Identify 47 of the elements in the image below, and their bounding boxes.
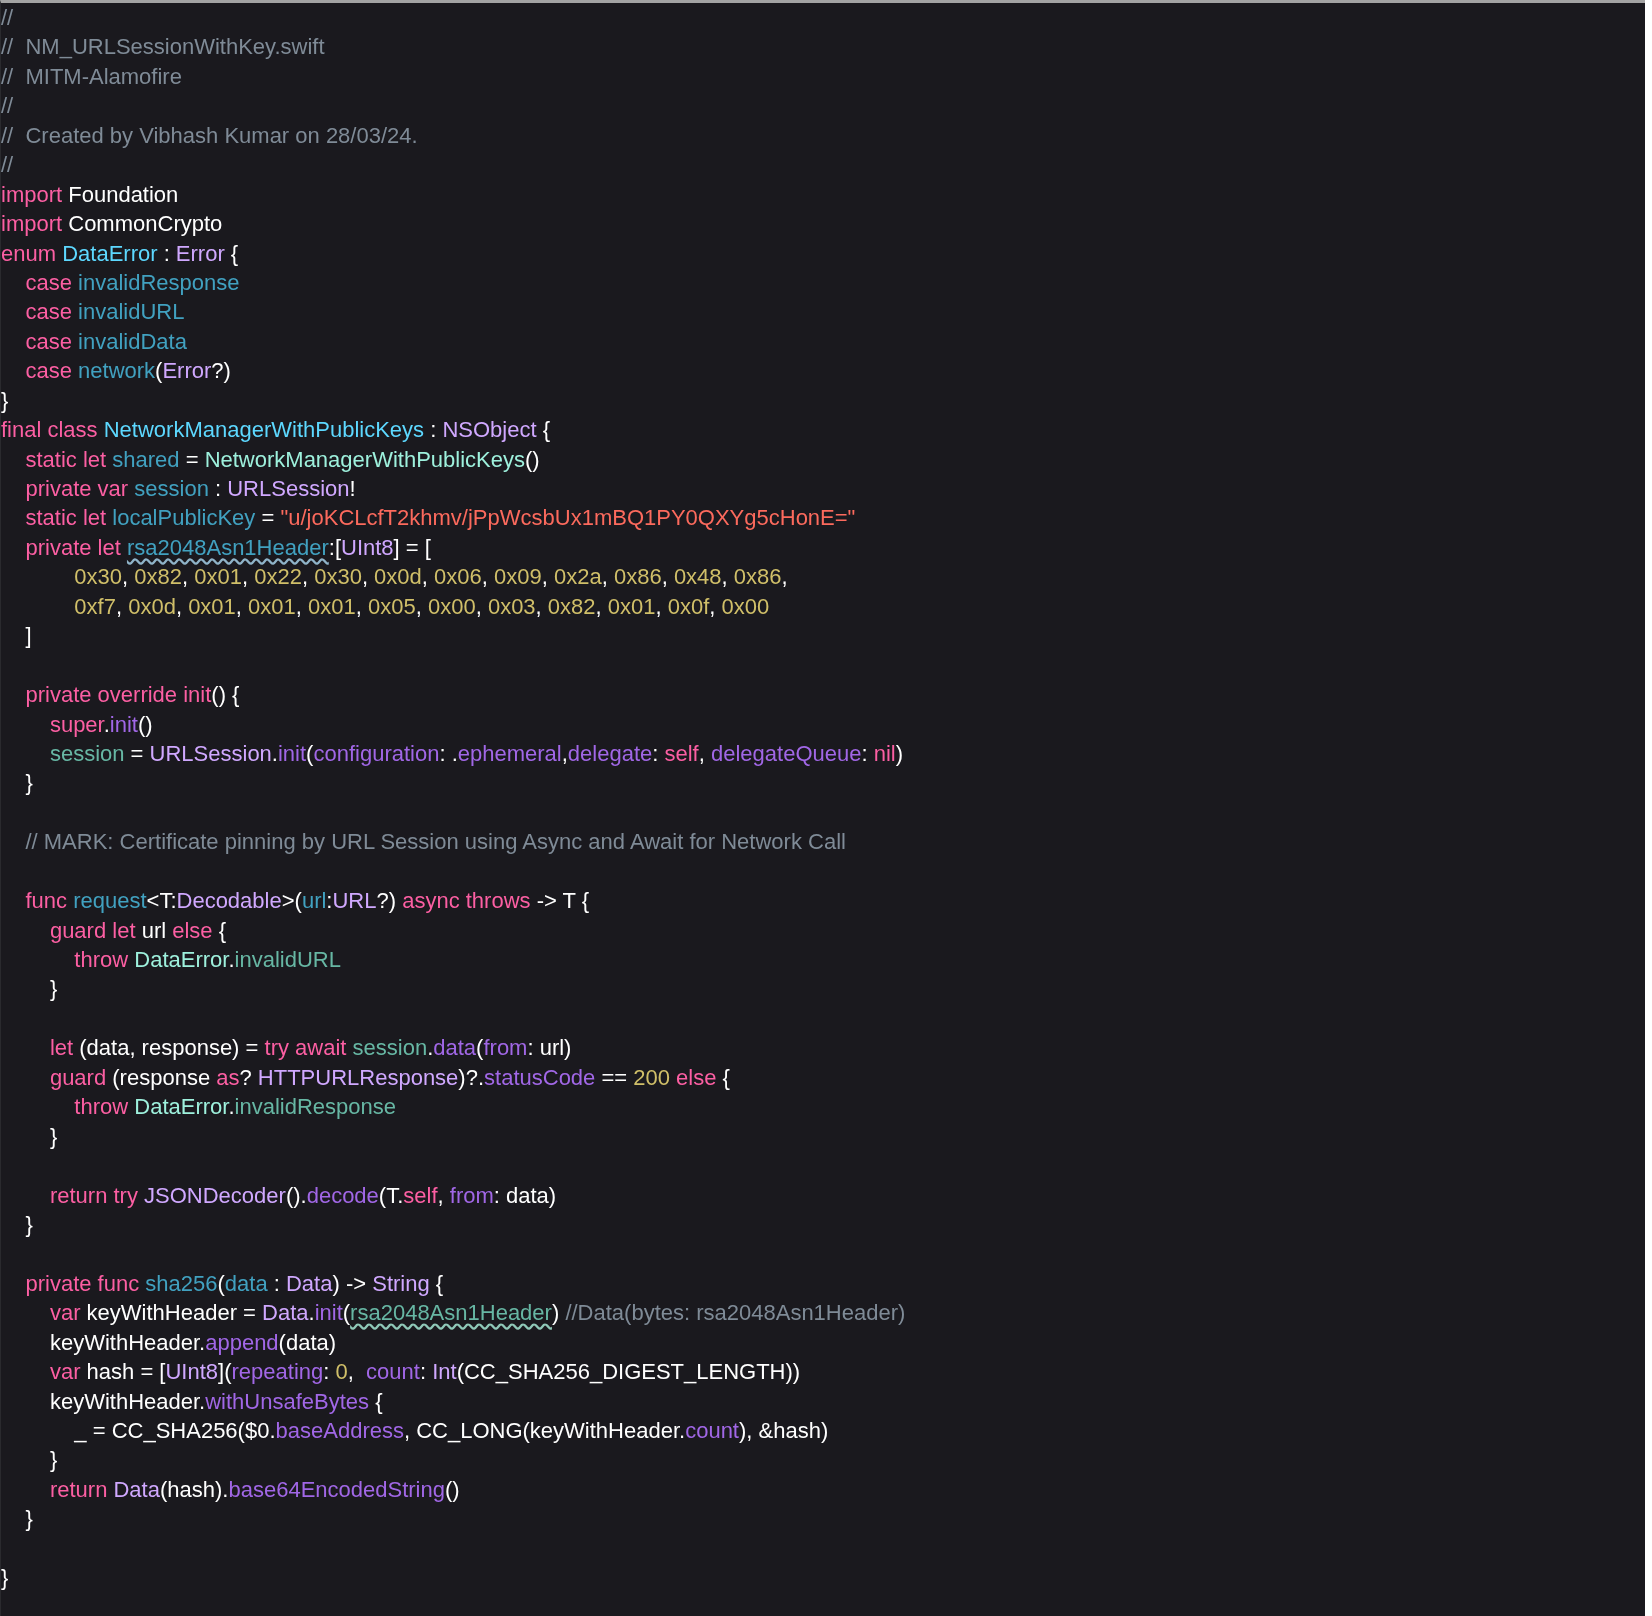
code-line: private var session : URLSession! [24,475,356,503]
code-line: import Foundation [1,180,179,209]
code-line: 0xf7, 0x0d, 0x01, 0x01, 0x01, 0x05, 0x00, 0x03, 0x82, 0x01, 0x0f, 0x00 [73,592,770,621]
code-line: return try JSONDecoder().decode(T.self, from: data) [48,1181,557,1210]
code-line: guard (response as? HTTPURLResponse)?.statusCode == 200 else { [48,1063,730,1092]
code-line: } [24,1505,33,1534]
code-line: var keyWithHeader = Data.init(rsa2048Asn1Header) //Data(bytes: rsa2048Asn1Header) [48,1299,906,1328]
code-line: return Data(hash).base64EncodedString() [48,1475,460,1504]
code-line: final class NetworkManagerWithPublicKeys : NSObject { [1,416,551,445]
code-line: } [48,975,58,1004]
code-line: import CommonCrypto [1,210,223,239]
code-line: ] [24,622,32,651]
code-line: private let rsa2048Asn1Header:[UInt8] = [ [24,533,431,562]
code-line: } [1,1564,9,1593]
code-line: throw DataError.invalidResponse [73,1093,396,1122]
code-line: func request<T:Decodable>(url:URL?) async throws -> T { [24,887,590,916]
code-line: static let localPublicKey = "u/joKCLcfT2khmv/jPpWcsbUx1mBQ1PY0QXYg5cHonE=" [24,504,856,533]
code-line: static let shared = NetworkManagerWithPublicKeys() [24,445,540,474]
code-line: guard let url else { [48,916,227,945]
code-line: case invalidURL [24,298,185,327]
code-line: enum DataError : Error { [1,239,239,268]
code-line: case invalidData [24,327,187,356]
code-line: // [1,4,14,32]
code-line: // MITM-Alamofire [1,62,182,91]
code-line: keyWithHeader.append(data) [48,1328,337,1357]
code-line: } [1,386,9,415]
code-line: } [48,1122,58,1151]
code-line: keyWithHeader.withUnsafeBytes { [48,1387,383,1416]
code-line: throw DataError.invalidURL [73,946,341,974]
code-line: private override init() { [24,681,240,710]
code-line: case network(Error?) [24,357,231,386]
code-line: case invalidResponse [24,268,240,297]
code-line: super.init() [48,710,153,739]
code-line: // [1,151,14,180]
code-line: var hash = [UInt8](repeating: 0, count: Int(CC_SHA256_DIGEST_LENGTH)) [48,1358,801,1387]
code-line: session = URLSession.init(configuration: .ephemeral,delegate: self, delegateQueue: nil) [48,739,904,768]
code-line: // MARK: Certificate pinning by URL Session using Async and Await for Network Call [24,828,846,857]
code-line: _ = CC_SHA256($0.baseAddress, CC_LONG(keyWithHeader.count), &hash) [73,1417,829,1445]
code-line: } [48,1446,58,1475]
code-line: // NM_URLSessionWithKey.swift [1,33,325,62]
code-line: // [1,92,14,121]
code-line: let (data, response) = try await session.data(from: url) [48,1034,572,1063]
code-line: } [24,769,33,798]
code-line: } [24,1210,33,1239]
code-line: private func sha256(data : Data) -> String { [24,1269,444,1298]
code-line: 0x30, 0x82, 0x01, 0x22, 0x30, 0x0d, 0x06, 0x09, 0x2a, 0x86, 0x48, 0x86, [73,563,788,592]
code-line: // Created by Vibhash Kumar on 28/03/24. [1,121,418,150]
